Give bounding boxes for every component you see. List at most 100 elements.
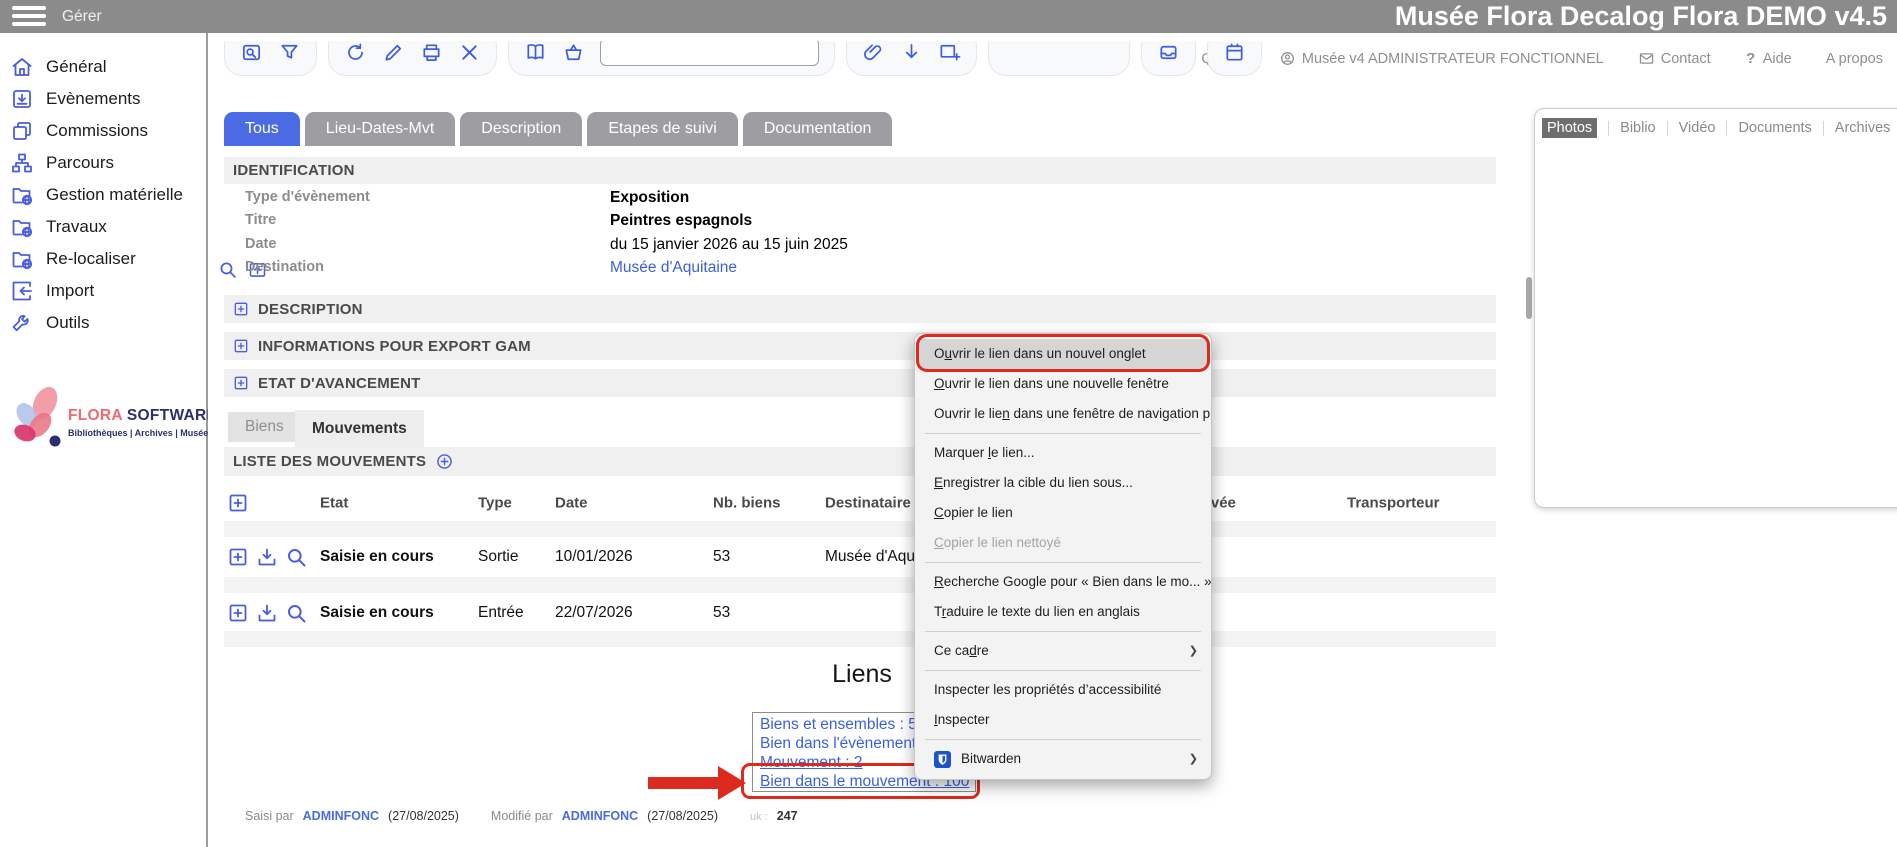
book-icon[interactable]	[524, 41, 547, 64]
search-book-icon[interactable]	[240, 41, 263, 64]
section-etat-d-avancement[interactable]: ETAT D'AVANCEMENT	[224, 369, 1496, 397]
refresh-icon[interactable]	[344, 41, 367, 64]
tab-documentation[interactable]: Documentation	[743, 112, 893, 146]
media-tab-photos[interactable]: Photos	[1542, 118, 1597, 138]
menu-item-ce-cadre[interactable]: Ce cadre❯	[915, 636, 1211, 666]
menu-item-inspecter-les-proprietes-d-accessibilite[interactable]: Inspecter les propriétés d’accessibilité	[915, 675, 1211, 705]
brand-software: SOFTWARE	[127, 407, 217, 424]
arrow-down-icon[interactable]	[900, 41, 923, 64]
menu-item-marquer-le-lien[interactable]: Marquer le lien...	[915, 438, 1211, 468]
menu-item-traduire-le-texte-du-lien-en-anglais[interactable]: Traduire le texte du lien en anglais	[915, 597, 1211, 627]
field-value: du 15 janvier 2026 au 15 juin 2025	[610, 236, 848, 254]
utility-item-aide[interactable]: ?Aide	[1745, 50, 1792, 67]
menu-item-copier-le-lien[interactable]: Copier le lien	[915, 498, 1211, 528]
calendar-icon[interactable]	[1223, 41, 1246, 64]
sidebar-item-outils[interactable]: Outils	[0, 307, 206, 339]
menu-item-bitwarden[interactable]: Bitwarden ❯	[915, 744, 1211, 774]
utility-item-musee-v4-administrateur-fonctionnel[interactable]: Musée v4 ADMINISTRATEUR FONCTIONNEL	[1279, 50, 1604, 67]
modifie-user-link[interactable]: ADMINFONC	[562, 809, 638, 823]
app-screen: Gérer Musée Flora Decalog Flora DEMO v4.…	[0, 0, 1897, 847]
field-label: Date	[245, 236, 276, 252]
print-icon[interactable]	[420, 41, 443, 64]
field-label: Titre	[245, 212, 276, 228]
tab-tous[interactable]: Tous	[224, 112, 300, 146]
sidebar-item-travaux[interactable]: Travaux	[0, 211, 206, 243]
field-row-destination: DestinationMusée d'Aquitaine	[208, 259, 1408, 282]
saisi-user-link[interactable]: ADMINFONC	[303, 809, 379, 823]
menu-item-copier-le-lien-nettoye[interactable]: Copier le lien nettoyé	[915, 528, 1211, 558]
tab-lieu-dates-mvt[interactable]: Lieu-Dates-Mvt	[305, 112, 455, 146]
sidebar-item-re-localiser[interactable]: Re-localiser	[0, 243, 206, 275]
plus-box-icon[interactable]	[226, 601, 250, 625]
menu-item-ouvrir-le-lien-dans-une-nouvelle-fenetre[interactable]: Ouvrir le lien dans une nouvelle fenêtre	[915, 369, 1211, 399]
filter-icon[interactable]	[278, 41, 301, 64]
sidebar-item-gestion-materielle[interactable]: Gestion matérielle	[0, 179, 206, 211]
window-add-icon[interactable]	[938, 41, 961, 64]
menu-item-enregistrer-la-cible-du-lien-sous[interactable]: Enregistrer la cible du lien sous...	[915, 468, 1211, 498]
submenu-arrow-icon: ❯	[1189, 744, 1198, 774]
edit-icon[interactable]	[382, 41, 405, 64]
toolbar-input[interactable]	[600, 41, 819, 66]
utility-item-label: Contact	[1661, 51, 1711, 67]
utility-bar: QuitterMusée v4 ADMINISTRATEUR FONCTIONN…	[1178, 50, 1883, 67]
annotation-red-box-menu-item	[916, 334, 1210, 372]
subtab-biens[interactable]: Biens	[228, 412, 301, 442]
plus-box-icon[interactable]	[226, 491, 250, 515]
menu-separator	[925, 631, 1201, 632]
basket-icon[interactable]	[562, 41, 585, 64]
media-tab-biblio[interactable]: Biblio	[1620, 120, 1655, 136]
expand-plus-icon[interactable]	[233, 375, 249, 391]
close-icon[interactable]	[458, 41, 481, 64]
tab-description[interactable]: Description	[460, 112, 582, 146]
movements-table-header: EtatTypeDateNb. biensDestinataireDate ar…	[208, 485, 1496, 521]
circle-plus-icon[interactable]	[435, 452, 454, 471]
subtab-mouvements[interactable]: Mouvements	[295, 410, 424, 447]
panel-collapse-handle[interactable]	[1526, 277, 1532, 319]
expand-plus-icon[interactable]	[233, 301, 249, 317]
media-tab-video[interactable]: Vidéo	[1679, 120, 1716, 136]
field-label: Type d'évènement	[245, 189, 370, 205]
menu-item-ouvrir-le-lien-dans-une-fenetre-de-navigation-privee[interactable]: Ouvrir le lien dans une fenêtre de navig…	[915, 399, 1211, 429]
menu-item-label: Bitwarden	[961, 744, 1021, 774]
attach-icon[interactable]	[862, 41, 885, 64]
tray-icon[interactable]	[1157, 41, 1180, 64]
search-icon[interactable]	[284, 601, 308, 625]
section-description[interactable]: DESCRIPTION	[224, 295, 1496, 323]
column-header-date: Date	[555, 495, 588, 512]
utility-item-a-propos[interactable]: A propos	[1826, 51, 1883, 67]
search-icon[interactable]	[284, 545, 308, 569]
tab-separator	[1667, 121, 1668, 136]
sidebar-item-parcours[interactable]: Parcours	[0, 147, 206, 179]
sidebar-item-general[interactable]: Général	[0, 51, 206, 83]
section-informations-pour-export-gam[interactable]: INFORMATIONS POUR EXPORT GAM	[224, 332, 1496, 360]
destination-link[interactable]: Musée d'Aquitaine	[610, 259, 737, 277]
sidebar-item-label: Général	[46, 57, 106, 77]
section-title: ETAT D'AVANCEMENT	[258, 375, 421, 392]
download-icon[interactable]	[255, 601, 279, 625]
plus-box-icon[interactable]	[226, 545, 250, 569]
tab-separator	[1608, 121, 1609, 136]
sidebar-item-commissions[interactable]: Commissions	[0, 115, 206, 147]
utility-item-contact[interactable]: Contact	[1638, 50, 1711, 67]
expand-plus-icon[interactable]	[233, 338, 249, 354]
wrench-icon	[10, 311, 34, 335]
toolbar-group-7	[1207, 41, 1262, 76]
sidebar-item-import[interactable]: Import	[0, 275, 206, 307]
download-icon[interactable]	[255, 545, 279, 569]
media-tab-archives[interactable]: Archives	[1835, 120, 1891, 136]
help-icon: ?	[1745, 50, 1757, 67]
media-tab-documents[interactable]: Documents	[1738, 120, 1811, 136]
uk-value: 247	[777, 809, 798, 823]
sidebar-item-evenements[interactable]: Evènements	[0, 83, 206, 115]
field-value: Exposition	[610, 189, 689, 207]
sidebar-item-label: Travaux	[46, 217, 107, 237]
search-icon[interactable]	[217, 259, 238, 280]
menu-item-label: Copier le lien nettoyé	[934, 528, 1061, 558]
menu-item-label: Inspecter	[934, 705, 990, 735]
tab-etapes-de-suivi[interactable]: Etapes de suivi	[587, 112, 738, 146]
menu-item-label: Enregistrer la cible du lien sous...	[934, 468, 1133, 498]
home-icon	[10, 55, 34, 79]
menu-item-inspecter[interactable]: Inspecter	[915, 705, 1211, 735]
hamburger-menu-icon[interactable]	[12, 6, 46, 27]
menu-item-recherche-google-pour-bien-dans-le-mo[interactable]: Recherche Google pour « Bien dans le mo.…	[915, 567, 1211, 597]
